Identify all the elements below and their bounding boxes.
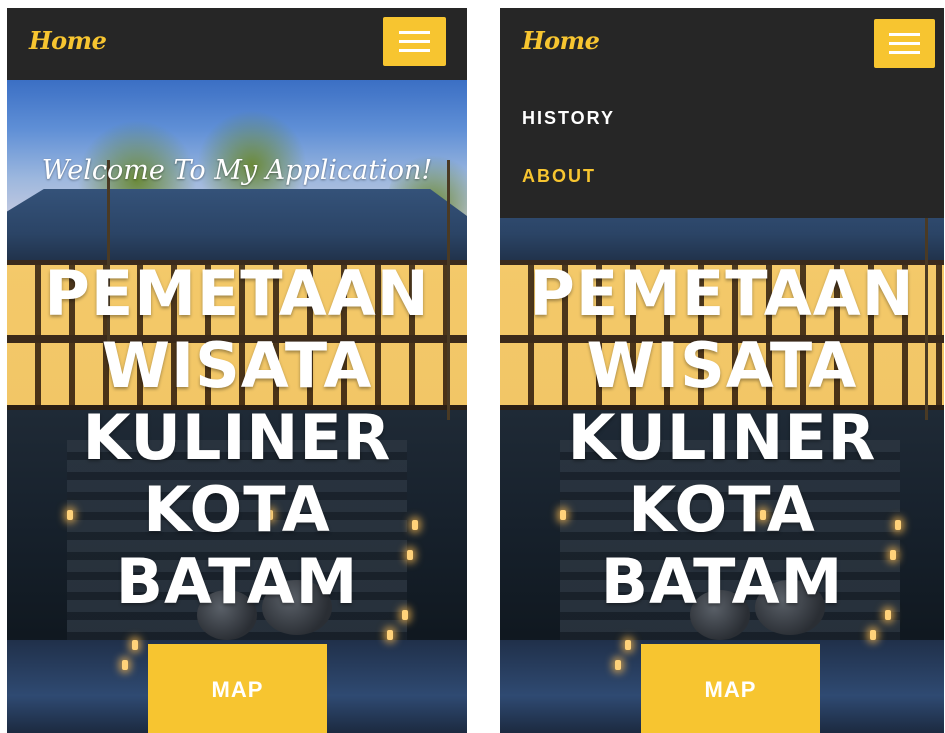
map-button[interactable]: MAP <box>641 644 820 733</box>
hero-section: Welcome To My Application! PEMETAAN WISA… <box>7 80 467 733</box>
hamburger-icon-bar <box>889 51 920 54</box>
menu-item-about[interactable]: ABOUT <box>522 166 596 187</box>
navbar: Home <box>7 8 467 80</box>
headline-line: KULINER <box>82 401 392 474</box>
hero-headline: PEMETAAN WISATA KULINER KOTA BATAM <box>7 258 467 618</box>
menu-toggle-button[interactable] <box>874 19 935 68</box>
headline-line: WISATA <box>586 329 858 402</box>
welcome-text: Welcome To My Application! <box>41 155 433 186</box>
hamburger-icon <box>889 33 920 36</box>
hero-section: PEMETAAN WISATA KULINER KOTA BATAM MAP <box>500 218 944 733</box>
headline-line: KOTA <box>143 473 331 546</box>
headline-line: WISATA <box>101 329 373 402</box>
hamburger-icon-bar <box>889 42 920 45</box>
headline-line: KOTA <box>628 473 816 546</box>
headline-line: BATAM <box>115 545 359 618</box>
menu-toggle-button[interactable] <box>383 17 446 66</box>
brand-home-link[interactable]: Home <box>29 26 107 55</box>
nav-dropdown-menu: HISTORY ABOUT <box>500 80 944 218</box>
map-button[interactable]: MAP <box>148 644 327 733</box>
phone-screen-right: Home HISTORY ABOUT PEMETAAN WISATA KULIN… <box>500 8 944 733</box>
hamburger-icon-bar <box>399 40 430 43</box>
phone-screen-left: Home Welcome To My Application! PEMETAAN… <box>7 8 467 733</box>
headline-line: BATAM <box>600 545 844 618</box>
headline-line: PEMETAAN <box>44 257 430 330</box>
brand-home-link[interactable]: Home <box>522 26 600 55</box>
navbar: Home <box>500 8 944 80</box>
hero-headline: PEMETAAN WISATA KULINER KOTA BATAM <box>500 258 944 618</box>
headline-line: KULINER <box>567 401 877 474</box>
menu-item-history[interactable]: HISTORY <box>522 108 615 129</box>
hamburger-icon <box>399 31 430 34</box>
hamburger-icon-bar <box>399 49 430 52</box>
headline-line: PEMETAAN <box>529 257 915 330</box>
